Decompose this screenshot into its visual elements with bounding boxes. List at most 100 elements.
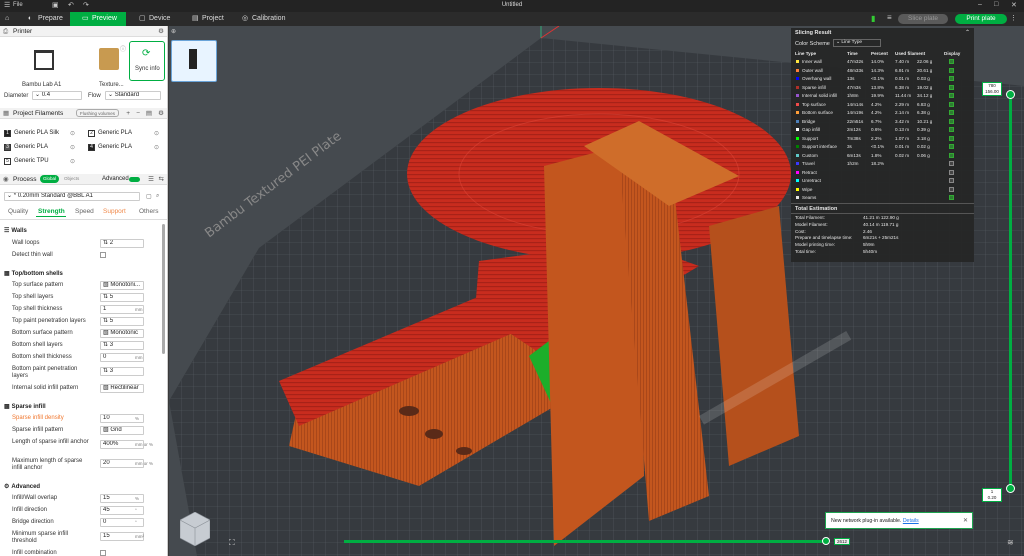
tab-prepare[interactable]: ◐ Prepare xyxy=(24,12,68,26)
layer-slider-track[interactable] xyxy=(1009,92,1012,486)
layer-top-label: 780 156.00 xyxy=(982,82,1002,96)
wall-loops-input[interactable]: ⇅ 2 xyxy=(100,239,144,248)
minimize-icon[interactable]: – xyxy=(978,1,982,8)
display-checkbox[interactable] xyxy=(949,110,954,115)
bottom-paint-layers-input[interactable]: ⇅ 3 xyxy=(100,367,144,376)
detect-thin-wall-checkbox[interactable] xyxy=(100,252,106,258)
display-checkbox[interactable] xyxy=(949,152,954,158)
sparse-pattern-input[interactable]: ▧ Grid xyxy=(100,426,144,435)
top-shell-thickness-label: Top shell thickness xyxy=(12,306,63,312)
display-checkbox[interactable] xyxy=(949,186,954,192)
slice-options-icon[interactable]: ≡ xyxy=(887,13,892,22)
display-checkbox[interactable] xyxy=(949,127,954,132)
color-swatch xyxy=(796,170,799,174)
top-shell-layers-input[interactable]: ⇅ 5 xyxy=(100,293,144,302)
line-type-row: Bridge 22m51s 6.7% 3.42 m 10.21 g xyxy=(795,118,971,125)
bottom-shell-layers-input[interactable]: ⇅ 3 xyxy=(100,341,144,350)
display-checkbox[interactable] xyxy=(949,178,954,183)
line-type-row: Top surface 14m14s 4.2% 2.29 m 6.83 g xyxy=(795,101,971,108)
infill-combination-checkbox[interactable] xyxy=(100,550,106,556)
line-type-row: Bottom surface 14m19s 4.2% 2.14 m 6.38 g xyxy=(795,109,971,116)
fit-view-icon[interactable]: ⛶ xyxy=(229,538,235,548)
slice-plate-button[interactable]: Slice plate xyxy=(898,14,948,24)
color-swatch xyxy=(796,187,799,191)
color-swatch xyxy=(796,179,799,182)
line-type-row: Outer wall 48m33s 14.3% 6.91 m 20.61 g xyxy=(795,67,971,74)
printer-settings-icon[interactable]: ⚙ xyxy=(158,26,164,37)
project-icon: ▤ xyxy=(192,15,199,22)
line-type-row: Support interface 3s <0.1% 0.01 m 0.02 g xyxy=(795,143,971,150)
prepare-icon: ◐ xyxy=(28,15,33,22)
color-scheme-label: Color Scheme xyxy=(795,41,830,47)
display-checkbox[interactable] xyxy=(949,195,954,200)
tab-device[interactable]: ▢ Device xyxy=(135,12,179,26)
display-checkbox[interactable] xyxy=(949,118,954,124)
layer-top-handle[interactable] xyxy=(1006,90,1015,99)
advanced-group: ⚙ Advanced xyxy=(4,484,41,490)
home-icon[interactable]: ⌂ xyxy=(2,12,16,26)
maximize-icon[interactable]: □ xyxy=(994,1,998,8)
calibration-icon: ◎ xyxy=(242,15,249,22)
unit-label: % xyxy=(135,416,140,421)
hole xyxy=(425,429,443,439)
tab-project[interactable]: ▤ Project xyxy=(188,12,232,26)
lock-icon[interactable]: ⊕ xyxy=(171,28,176,35)
collapse-icon[interactable]: ⌃ xyxy=(965,29,970,36)
view-cube[interactable] xyxy=(179,511,211,547)
unit-label: mm or % xyxy=(135,442,153,447)
estimation-row: Prepare and timelapse time: 6m21s + 25m21… xyxy=(795,235,899,241)
print-plate-button[interactable]: Print plate xyxy=(955,14,1007,24)
group-icon: ▦ xyxy=(4,271,10,277)
tab-preview[interactable]: ▭ Preview xyxy=(70,12,126,26)
color-swatch xyxy=(796,145,799,148)
display-checkbox[interactable] xyxy=(949,76,954,81)
layer-slider[interactable]: 780 156.00 1 0.20 xyxy=(982,82,1016,502)
color-scheme-select[interactable]: ⌄ Line Type xyxy=(833,39,881,47)
tab-calibration[interactable]: ◎ Calibration xyxy=(238,12,294,26)
display-checkbox[interactable] xyxy=(949,161,954,166)
shells-group: ▦ Top/bottom shells xyxy=(4,271,63,277)
layer-bottom-handle[interactable] xyxy=(1006,484,1015,493)
color-swatch xyxy=(796,111,799,114)
internal-solid-pattern-input[interactable]: ▧ Rectilinear xyxy=(100,384,144,393)
unit-label: mm xyxy=(135,355,143,360)
details-link[interactable]: Details xyxy=(903,518,919,524)
infill-direction-input[interactable]: 45 xyxy=(100,506,144,515)
move-slider-handle[interactable] xyxy=(822,537,830,545)
layers-icon[interactable]: ≋ xyxy=(1007,538,1014,547)
line-type-row: Support 7m38s 2.2% 1.07 m 3.18 g xyxy=(795,135,971,142)
color-swatch xyxy=(796,77,799,80)
display-checkbox[interactable] xyxy=(949,67,954,73)
display-checkbox[interactable] xyxy=(949,84,954,90)
unit-label: mm xyxy=(135,307,143,312)
settings-scrollbar[interactable] xyxy=(162,224,165,354)
close-icon[interactable]: ✕ xyxy=(1011,1,1017,9)
move-slider-track[interactable] xyxy=(344,540,827,543)
color-swatch xyxy=(796,128,799,131)
line-type-row: Unretract xyxy=(795,177,971,184)
plate-thumbnail[interactable] xyxy=(171,40,217,82)
device-status-icon[interactable]: ▮ xyxy=(871,14,875,23)
display-checkbox[interactable] xyxy=(949,93,954,98)
bottom-shell-layers-label: Bottom shell layers xyxy=(12,342,63,348)
display-checkbox[interactable] xyxy=(949,59,954,64)
bridge-direction-input[interactable]: 0 xyxy=(100,518,144,527)
slicing-result-panel: Slicing Result ⌃ Color Scheme ⌄ Line Typ… xyxy=(791,28,974,262)
print-options-icon[interactable]: ⋮ xyxy=(1010,14,1017,22)
line-type-row: Sparse infill 47m3s 13.8% 6.38 m 19.02 g xyxy=(795,84,971,91)
display-checkbox[interactable] xyxy=(949,135,954,141)
anchor-length-label: Length of sparse infill anchor xyxy=(12,439,89,445)
top-surface-pattern-input[interactable]: ▧ Monotoni... xyxy=(100,281,144,290)
display-checkbox[interactable] xyxy=(949,169,954,175)
infill-combination-label: Infill combination xyxy=(12,550,57,556)
display-checkbox[interactable] xyxy=(949,144,954,149)
display-checkbox[interactable] xyxy=(949,101,954,107)
top-paint-layers-input[interactable]: ⇅ 5 xyxy=(100,317,144,326)
move-slider[interactable]: 2612 xyxy=(344,537,850,545)
move-slider-value: 2612 xyxy=(834,538,850,545)
walls-group: ☰ Walls xyxy=(4,228,27,234)
hole xyxy=(456,447,472,455)
close-notice-icon[interactable]: ✕ xyxy=(963,513,968,530)
bottom-surface-pattern-input[interactable]: ▧ Monotonic xyxy=(100,329,144,338)
infill-direction-label: Infill direction xyxy=(12,507,48,513)
